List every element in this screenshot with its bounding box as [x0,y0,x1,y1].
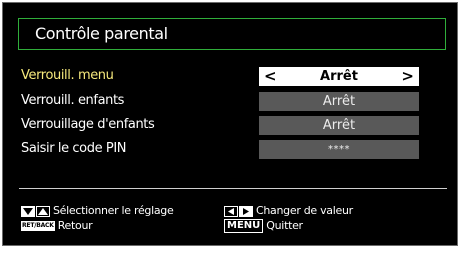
child-lock-value[interactable]: Arrêt [259,92,419,111]
right-arrow-key-icon [239,205,253,217]
lock-menu-value: Arrêt [320,69,358,84]
left-arrow-key-icon [224,205,238,217]
footer-divider [19,188,447,189]
menu-row-lock-menu[interactable]: Verrouill. menu < Arrêt > [21,67,441,86]
down-arrow-key-icon [21,205,35,217]
up-arrow-key-icon [36,205,50,217]
menu-row-pin-code[interactable]: Saisir le code PIN **** [21,140,441,159]
lock-menu-value-selector[interactable]: < Arrêt > [259,67,419,86]
menu-row-label: Saisir le code PIN [21,141,127,156]
title-bar: Contrôle parental [18,18,446,50]
hint-change-text: Changer de valeur [256,204,353,217]
arrow-left-icon[interactable]: < [264,67,277,86]
page-title: Contrôle parental [35,24,168,43]
hint-quit: MENU Quitter [224,219,303,233]
pin-code-value[interactable]: **** [259,140,419,159]
menu-row-label: Verrouillage d'enfants [21,117,155,132]
hint-quit-text: Quitter [266,219,303,232]
menu-row-child-lock[interactable]: Verrouill. enfants Arrêt [21,92,441,111]
parental-control-panel: Contrôle parental Verrouill. menu < Arrê… [2,2,458,246]
hint-change: Changer de valeur [224,204,353,218]
menu-row-label: Verrouill. enfants [21,93,125,108]
menu-row-label: Verrouill. menu [21,68,114,83]
menu-row-children-lock[interactable]: Verrouillage d'enfants Arrêt [21,116,441,135]
hint-select-text: Sélectionner le réglage [53,204,174,217]
menu-key-icon: MENU [224,219,264,233]
hint-back-text: Retour [57,219,93,232]
back-key-icon: RET/BACK [21,221,55,231]
hint-select: Sélectionner le réglage [21,204,174,218]
children-lock-value[interactable]: Arrêt [259,116,419,135]
hint-back: RET/BACK Retour [21,219,93,233]
arrow-right-icon[interactable]: > [401,67,414,86]
